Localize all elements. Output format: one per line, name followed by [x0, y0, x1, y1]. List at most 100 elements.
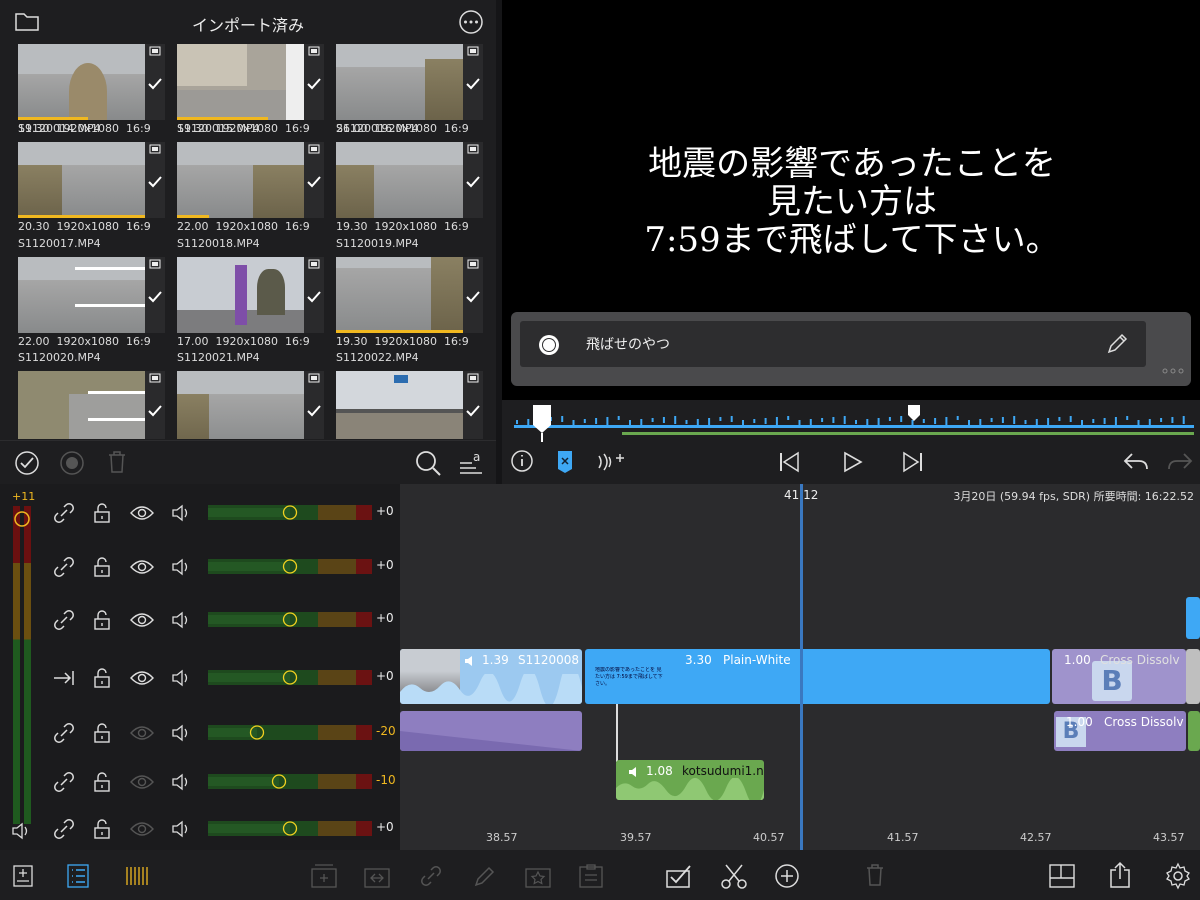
- replace-clip-icon[interactable]: [363, 863, 391, 889]
- info-icon[interactable]: [510, 449, 534, 473]
- share-icon[interactable]: [1108, 861, 1132, 889]
- checkmark-icon[interactable]: [466, 405, 480, 417]
- track-volume-slider[interactable]: [208, 559, 372, 574]
- radio-icon[interactable]: [538, 334, 560, 356]
- resize-dots-icon[interactable]: [1162, 368, 1184, 374]
- volume-icon[interactable]: [170, 818, 192, 840]
- checkmark-icon[interactable]: [148, 291, 162, 303]
- clip-block-edge[interactable]: [1186, 649, 1200, 704]
- volume-icon[interactable]: [170, 667, 192, 689]
- audio-clip-kotsudumi[interactable]: 1.08 kotsudumi1.n: [616, 760, 764, 800]
- more-icon[interactable]: [458, 9, 484, 35]
- main-track-icon[interactable]: [52, 667, 76, 689]
- volume-icon[interactable]: [170, 722, 192, 744]
- clip-thumbnail[interactable]: [336, 44, 463, 120]
- eye-icon[interactable]: [129, 818, 155, 840]
- link-icon[interactable]: [52, 556, 76, 578]
- lock-icon[interactable]: [92, 502, 112, 524]
- favorite-clip-icon[interactable]: [524, 863, 552, 889]
- select-check-icon[interactable]: [14, 450, 40, 476]
- checkmark-icon[interactable]: [307, 78, 321, 90]
- lock-icon[interactable]: [92, 609, 112, 631]
- checkmark-icon[interactable]: [466, 176, 480, 188]
- checkmark-icon[interactable]: [148, 405, 162, 417]
- add-track-icon[interactable]: [11, 863, 35, 889]
- checkmark-icon[interactable]: [307, 405, 321, 417]
- transition-cross-dissolve[interactable]: B 1.00 Cross Dissolv: [1052, 649, 1186, 704]
- select-box-icon[interactable]: [665, 863, 695, 889]
- clip-thumbnail[interactable]: [18, 142, 145, 218]
- undo-icon[interactable]: [1122, 450, 1150, 474]
- search-icon[interactable]: [414, 449, 442, 477]
- link-icon[interactable]: [419, 864, 443, 888]
- track-volume-slider[interactable]: [208, 725, 372, 740]
- volume-icon[interactable]: [170, 771, 192, 793]
- checkmark-icon[interactable]: [466, 291, 480, 303]
- eye-icon[interactable]: [129, 771, 155, 793]
- clip-thumbnail[interactable]: [18, 371, 145, 439]
- audio-waveform-icon[interactable]: [124, 863, 150, 889]
- eye-icon[interactable]: [129, 722, 155, 744]
- clip-thumbnail[interactable]: [336, 142, 463, 218]
- pen-icon[interactable]: [473, 864, 497, 888]
- transition-cross-dissolve-2[interactable]: B 1.00 Cross Dissolv: [1054, 711, 1186, 751]
- track-volume-slider[interactable]: [208, 612, 372, 627]
- settings-gear-icon[interactable]: [1164, 862, 1192, 890]
- pencil-icon[interactable]: [1106, 333, 1128, 355]
- clip-plain-white[interactable]: 地震の影響であったことを 見たい方は 7:59まで飛ばして下さい。 3.30 P…: [585, 649, 1050, 704]
- link-icon[interactable]: [52, 502, 76, 524]
- clip-thumbnail[interactable]: [177, 142, 304, 218]
- clip-thumbnail[interactable]: [336, 371, 463, 439]
- eye-icon[interactable]: [129, 667, 155, 689]
- track-volume-slider[interactable]: [208, 505, 372, 520]
- layout-icon[interactable]: [1048, 863, 1076, 889]
- track-list-icon[interactable]: [66, 863, 90, 889]
- sort-icon[interactable]: a: [458, 449, 484, 475]
- preview-viewer[interactable]: 地震の影響であったことを 見たい方は 7:59まで飛ばして下さい。 飛ばせのやつ: [502, 0, 1200, 400]
- checkmark-icon[interactable]: [307, 291, 321, 303]
- skip-forward-icon[interactable]: [900, 450, 924, 474]
- lock-icon[interactable]: [92, 818, 112, 840]
- link-icon[interactable]: [52, 771, 76, 793]
- volume-icon[interactable]: [170, 502, 192, 524]
- insert-clip-icon[interactable]: [310, 863, 338, 889]
- clip-block-edge[interactable]: [1186, 597, 1200, 639]
- track-volume-slider[interactable]: [208, 774, 372, 789]
- link-icon[interactable]: [52, 722, 76, 744]
- add-icon[interactable]: [773, 862, 801, 890]
- clip-thumbnail[interactable]: [18, 257, 145, 333]
- checkmark-icon[interactable]: [148, 176, 162, 188]
- track-volume-slider[interactable]: [208, 821, 372, 836]
- play-icon[interactable]: [842, 450, 864, 474]
- clip-block-edge[interactable]: [1188, 711, 1200, 751]
- volume-icon[interactable]: [170, 556, 192, 578]
- clip-thumbnail[interactable]: [18, 44, 145, 120]
- checkmark-icon[interactable]: [466, 78, 480, 90]
- volume-icon[interactable]: [170, 609, 192, 631]
- checkmark-icon[interactable]: [148, 78, 162, 90]
- delete-icon[interactable]: [864, 862, 886, 888]
- track-volume-slider[interactable]: [208, 670, 372, 685]
- clip-s1120008[interactable]: 1.39 S1120008: [400, 649, 582, 704]
- title-field[interactable]: 飛ばせのやつ: [520, 321, 1146, 367]
- playhead[interactable]: [800, 484, 803, 850]
- timeline-overview[interactable]: [502, 400, 1200, 444]
- trash-icon[interactable]: [106, 449, 128, 475]
- clip-thumbnail[interactable]: [177, 257, 304, 333]
- marker-icon[interactable]: [557, 450, 573, 474]
- redo-icon[interactable]: [1166, 450, 1194, 474]
- link-icon[interactable]: [52, 609, 76, 631]
- lock-icon[interactable]: [92, 667, 112, 689]
- scissors-icon[interactable]: [720, 862, 748, 890]
- clip-thumbnail[interactable]: [336, 257, 463, 333]
- checkmark-icon[interactable]: [307, 176, 321, 188]
- eye-icon[interactable]: [129, 502, 155, 524]
- lock-icon[interactable]: [92, 771, 112, 793]
- link-icon[interactable]: [52, 818, 76, 840]
- eye-icon[interactable]: [129, 556, 155, 578]
- lock-icon[interactable]: [92, 722, 112, 744]
- clip-purple[interactable]: [400, 711, 582, 751]
- clip-thumbnail[interactable]: [177, 44, 304, 120]
- clipboard-icon[interactable]: [577, 863, 605, 889]
- skip-back-icon[interactable]: [778, 450, 802, 474]
